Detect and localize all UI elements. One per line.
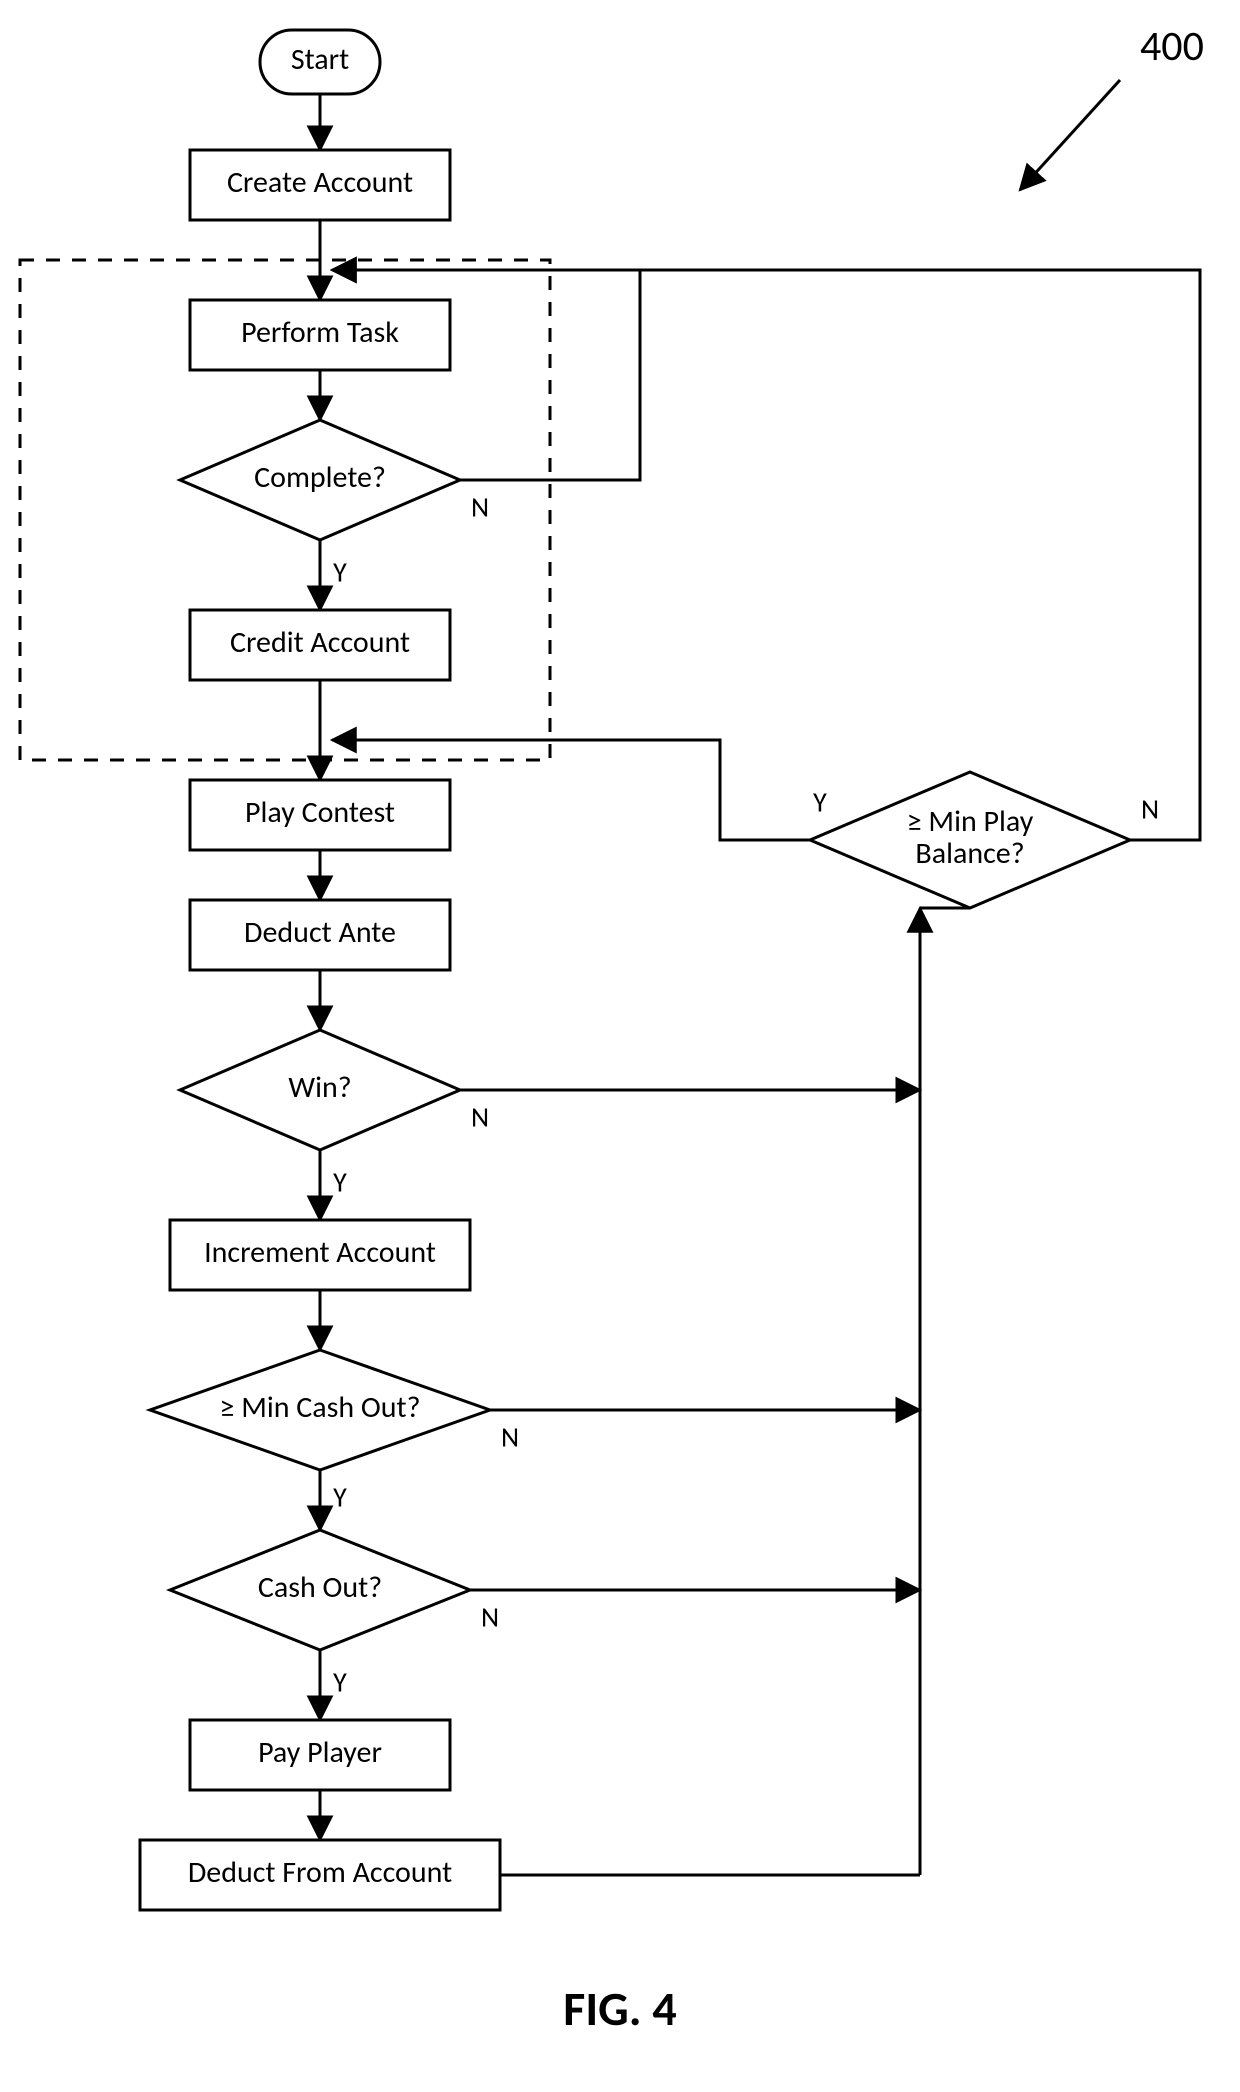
win-no-label: N bbox=[471, 1100, 489, 1135]
deduct-ante-label: Deduct Ante bbox=[244, 914, 396, 951]
svg-text:Y: Y bbox=[333, 555, 347, 590]
start-label: Start bbox=[291, 41, 349, 78]
complete-label: Complete? bbox=[254, 459, 386, 496]
deduct-from-account-label: Deduct From Account bbox=[188, 1854, 452, 1891]
min-cash-out-label: ≥ Min Cash Out? bbox=[219, 1389, 420, 1426]
win-label: Win? bbox=[288, 1069, 351, 1106]
min-cash-out-no-label: N bbox=[501, 1420, 519, 1455]
min-play-balance-label-2: Balance? bbox=[915, 835, 1024, 872]
perform-task-label: Perform Task bbox=[241, 314, 399, 351]
min-play-no-label: N bbox=[1141, 792, 1159, 827]
increment-account-label: Increment Account bbox=[204, 1234, 436, 1271]
credit-account-label: Credit Account bbox=[230, 624, 410, 661]
flowchart: 400 Start Create Account Perform Task Co… bbox=[0, 0, 1240, 2092]
complete-no-label: N bbox=[471, 490, 489, 525]
min-play-yes-label: Y bbox=[813, 785, 827, 820]
create-account-label: Create Account bbox=[227, 164, 413, 201]
pay-player-label: Pay Player bbox=[258, 1734, 382, 1771]
cash-out-no-label: N bbox=[481, 1600, 499, 1635]
figure-caption: FIG. 4 bbox=[563, 1979, 676, 2038]
cash-out-label: Cash Out? bbox=[258, 1569, 382, 1606]
svg-text:Y: Y bbox=[333, 1165, 347, 1200]
play-contest-label: Play Contest bbox=[245, 794, 395, 831]
reference-number: 400 bbox=[1140, 21, 1204, 72]
svg-text:Y: Y bbox=[333, 1480, 347, 1515]
svg-text:Y: Y bbox=[333, 1665, 347, 1700]
